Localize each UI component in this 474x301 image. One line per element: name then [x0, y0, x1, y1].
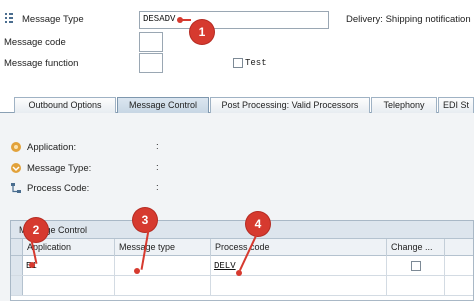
message-type-label: Message Type: [22, 14, 84, 25]
row-selector[interactable]: [11, 256, 23, 275]
tab-strip: Outbound Options Message Control Post Pr…: [0, 97, 474, 113]
marker-3-dot: [134, 268, 140, 274]
annotation-marker-2: 2: [24, 218, 48, 242]
application-row: Application:: [10, 140, 76, 154]
tab-edi-standard[interactable]: EDI St: [438, 97, 474, 113]
change-cell: [387, 256, 445, 276]
message-type-input[interactable]: DESADV: [139, 11, 329, 29]
message-code-input[interactable]: [139, 32, 163, 52]
row-selector[interactable]: [11, 276, 23, 295]
process-code-colon: :: [156, 182, 159, 193]
marker-1-leader: [181, 19, 191, 21]
column-change[interactable]: Change ...: [387, 239, 445, 256]
application-cell[interactable]: [23, 276, 115, 296]
message-type-description: Delivery: Shipping notification: [346, 14, 471, 25]
table-title: Message Control: [11, 221, 473, 239]
message-type-cell[interactable]: [115, 256, 211, 276]
select-all-handle[interactable]: [11, 239, 23, 255]
test-label: Test: [245, 58, 267, 68]
marker-2-dot: [29, 262, 35, 268]
annotation-marker-3: 3: [133, 208, 157, 232]
table-row[interactable]: [11, 276, 473, 296]
annotation-marker-1: 1: [190, 20, 214, 44]
tab-post-processing[interactable]: Post Processing: Valid Processors: [210, 97, 370, 113]
process-code-label: Process Code:: [27, 182, 90, 194]
annotation-marker-4: 4: [246, 212, 270, 236]
marker-4-dot: [236, 270, 242, 276]
tab-telephony[interactable]: Telephony: [371, 97, 437, 113]
process-code-icon: [10, 182, 22, 194]
test-checkbox[interactable]: [233, 58, 243, 68]
message-type-cell[interactable]: [115, 276, 211, 296]
message-function-input[interactable]: [139, 53, 163, 73]
message-type-icon: [10, 162, 22, 174]
application-cell[interactable]: E1: [23, 256, 115, 276]
application-icon: [10, 141, 22, 153]
column-message-type[interactable]: Message type: [115, 239, 211, 256]
technical-settings-icon[interactable]: [4, 12, 16, 24]
message-function-label: Message function: [4, 58, 79, 69]
table-header: Application Message type Process code Ch…: [11, 239, 473, 256]
message-type-row: Message Type:: [10, 161, 91, 175]
column-process-code[interactable]: Process code: [211, 239, 387, 256]
process-code-row: Process Code:: [10, 181, 89, 195]
change-checkbox[interactable]: [411, 261, 421, 271]
change-cell: [387, 276, 445, 296]
message-type-colon: :: [156, 162, 159, 173]
tab-message-control[interactable]: Message Control: [117, 97, 209, 113]
application-colon: :: [156, 141, 159, 152]
message-code-label: Message code: [4, 37, 66, 48]
application-label: Application:: [27, 141, 77, 153]
tab-outbound-options[interactable]: Outbound Options: [14, 97, 116, 113]
process-code-cell[interactable]: [211, 276, 387, 296]
message-type-field-label: Message Type:: [27, 162, 92, 174]
